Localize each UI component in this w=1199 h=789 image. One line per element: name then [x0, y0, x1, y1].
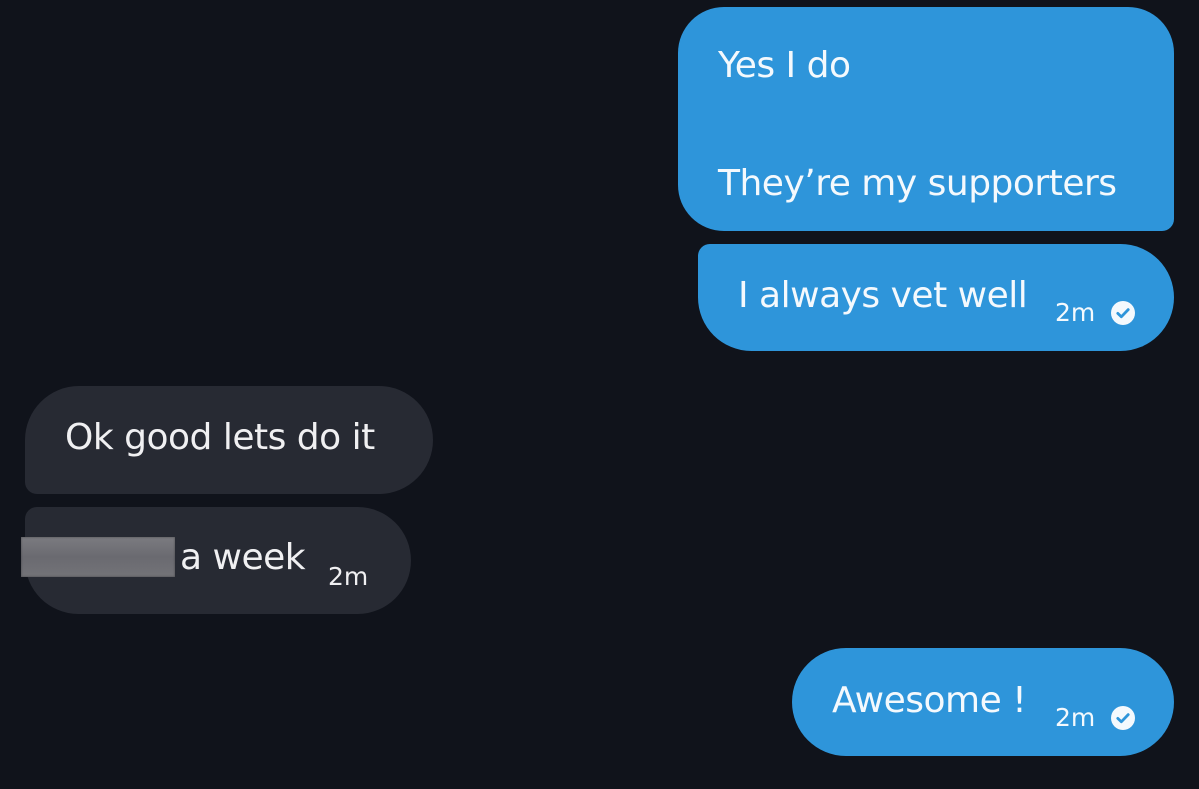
- redaction-block: [21, 537, 175, 577]
- sent-message-bubble[interactable]: I always vet well 2m: [698, 244, 1174, 351]
- check-circle-icon: [1111, 300, 1136, 325]
- message-meta: 2m: [1055, 298, 1136, 327]
- message-text: Awesome !: [832, 680, 1027, 721]
- received-message-bubble[interactable]: Ok good lets do it: [25, 386, 433, 494]
- received-message-bubble[interactable]: a week 2m: [21, 507, 411, 614]
- message-timestamp: 2m: [1055, 298, 1096, 327]
- message-text: a week: [180, 537, 306, 578]
- message-timestamp: 2m: [1055, 703, 1096, 732]
- chat-thread: Yes I do They’re my supporters I always …: [0, 0, 1199, 789]
- message-text: Ok good lets do it: [65, 417, 375, 458]
- message-meta: 2m: [328, 562, 368, 591]
- sent-message-bubble[interactable]: Yes I do They’re my supporters: [678, 7, 1174, 231]
- message-text: Yes I do: [718, 45, 851, 86]
- sent-message-bubble[interactable]: Awesome ! 2m: [792, 648, 1174, 756]
- check-circle-icon: [1111, 705, 1136, 730]
- message-meta: 2m: [1055, 703, 1136, 732]
- message-timestamp: 2m: [328, 562, 369, 591]
- message-text: I always vet well: [738, 275, 1028, 316]
- message-text: They’re my supporters: [718, 163, 1117, 204]
